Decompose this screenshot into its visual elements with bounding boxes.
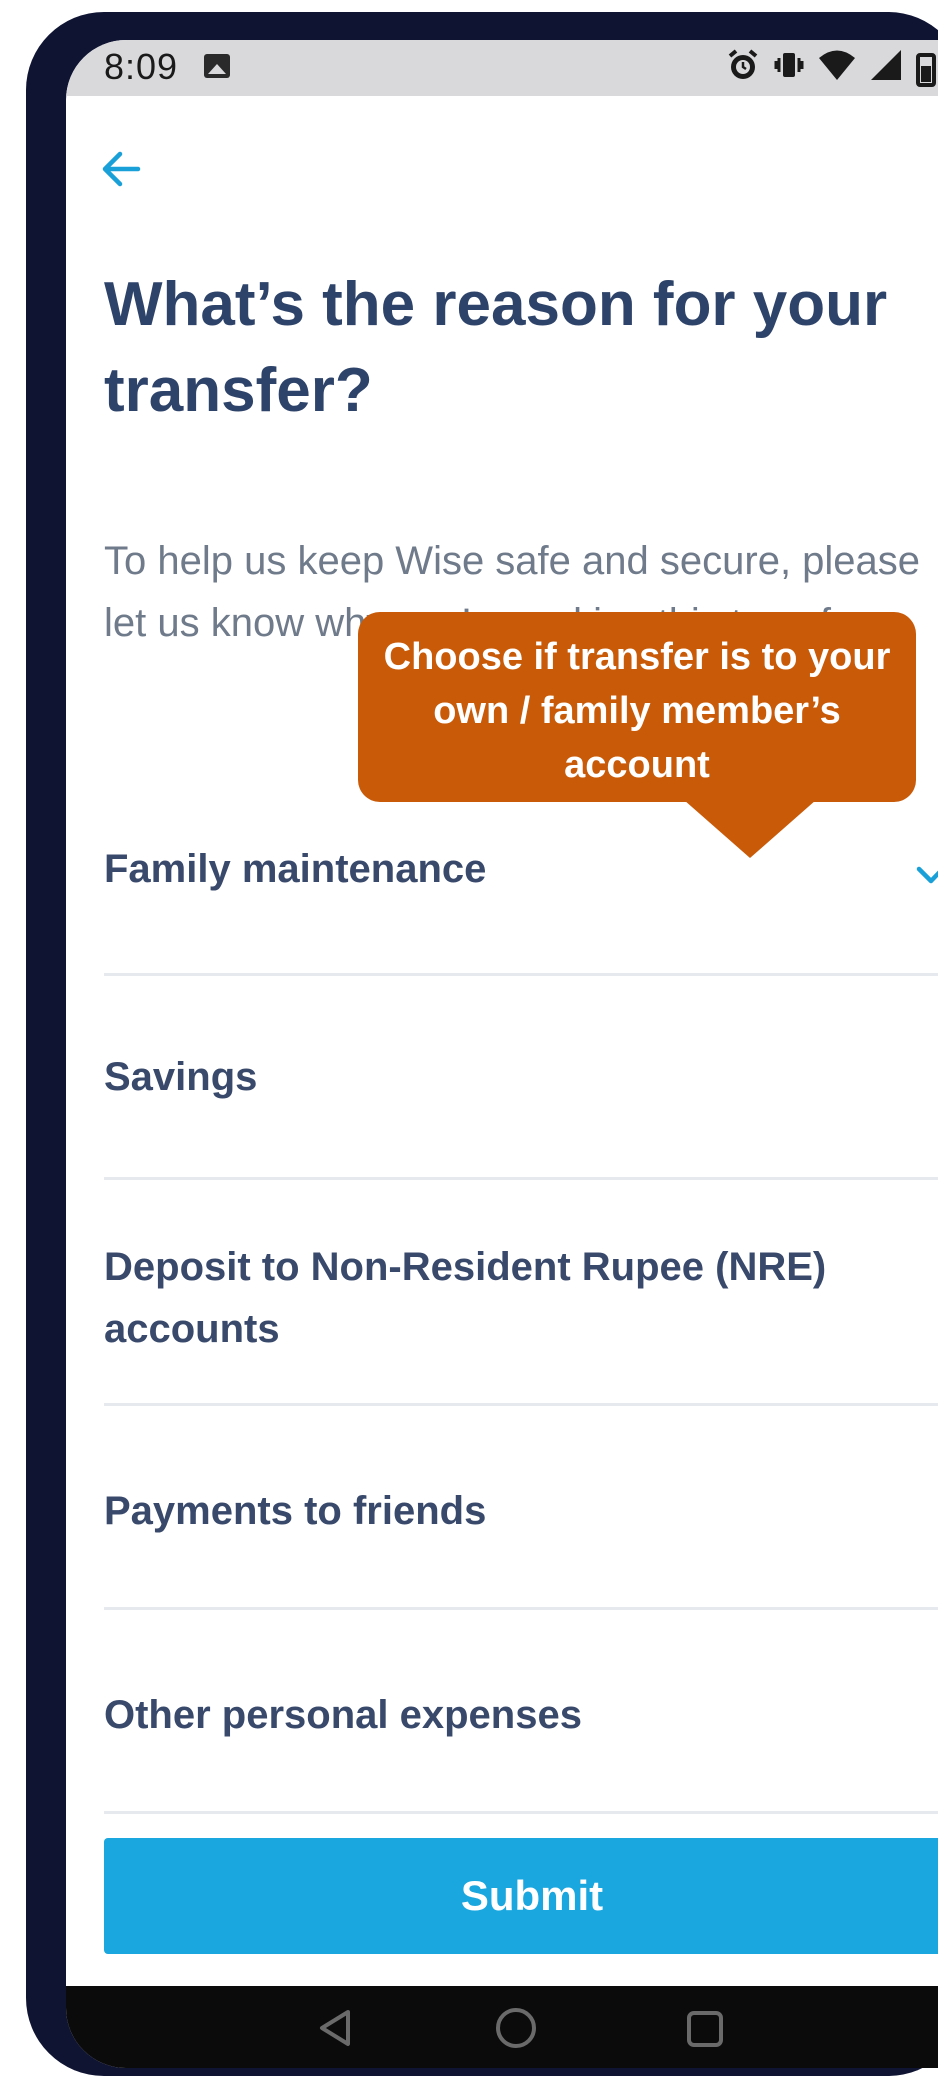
battery-icon	[916, 52, 936, 87]
device-frame: 8:09 What’s the reason for your transfer…	[26, 12, 938, 2076]
reason-label: Family maintenance	[104, 847, 487, 891]
nav-home-icon[interactable]	[494, 2006, 538, 2050]
vibrate-icon	[774, 48, 804, 91]
reason-label: Payments to friends	[104, 1489, 487, 1533]
reason-label: Other personal expenses	[104, 1693, 582, 1737]
callout-tooltip: Choose if transfer is to your own / fami…	[358, 612, 916, 858]
reason-label: Savings	[104, 1055, 258, 1099]
status-icons	[726, 48, 936, 91]
app-screen: 8:09 What’s the reason for your transfer…	[66, 40, 938, 2068]
back-button[interactable]	[96, 144, 146, 194]
wifi-icon	[818, 49, 856, 90]
arrow-left-icon	[102, 151, 141, 187]
status-time: 8:09	[104, 46, 179, 87]
nav-recents-icon[interactable]	[686, 2010, 724, 2048]
page-title: What’s the reason for your transfer?	[104, 270, 888, 425]
reason-option-payments-to-friends[interactable]: Payments to friends	[104, 1406, 938, 1610]
reason-list: Family maintenance Savings Deposit to No…	[104, 800, 938, 1814]
callout-text: Choose if transfer is to your own / fami…	[383, 636, 891, 786]
reason-option-nre-deposit[interactable]: Deposit to Non-Resident Rupee (NRE) acco…	[104, 1180, 938, 1406]
signal-icon	[870, 49, 902, 90]
nav-back-icon[interactable]	[316, 2008, 354, 2048]
photo-icon	[204, 54, 230, 78]
alarm-icon	[726, 48, 760, 91]
reason-label: Deposit to Non-Resident Rupee (NRE) acco…	[104, 1245, 827, 1351]
reason-option-savings[interactable]: Savings	[104, 976, 938, 1180]
status-bar: 8:09	[66, 40, 938, 96]
reason-option-other-personal-expenses[interactable]: Other personal expenses	[104, 1610, 938, 1814]
nav-bar	[66, 1986, 938, 2068]
check-icon	[916, 866, 938, 884]
submit-button[interactable]: Submit	[104, 1838, 938, 1954]
